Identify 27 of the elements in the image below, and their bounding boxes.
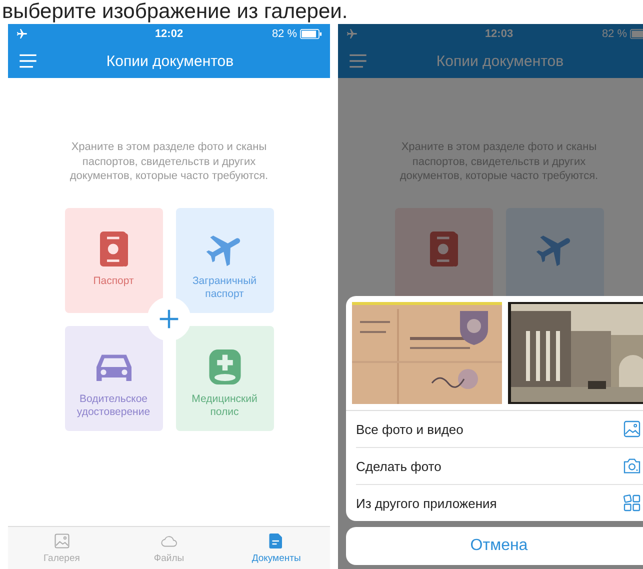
- image-icon: [52, 532, 71, 550]
- tab[interactable]: Документы: [222, 527, 330, 569]
- apps-icon: [622, 493, 642, 513]
- status-time: 12:03: [484, 28, 514, 40]
- cancel-button[interactable]: Отмена: [346, 527, 643, 565]
- airplane-mode-icon: [16, 28, 28, 40]
- description: Храните в этом разделе фото и сканы паспортов, свидетельств и других документов, которые часто требуются.: [69, 140, 269, 184]
- document-tile[interactable]: Медицинский полис: [176, 326, 274, 430]
- image-icon: [622, 419, 642, 439]
- battery-icon: [300, 28, 322, 40]
- screen-title: Копии документов: [105, 52, 235, 70]
- menu-item[interactable]: Сделать фото: [356, 448, 643, 485]
- caption: выберите изображение из галереи.: [1, 0, 349, 24]
- menu-item[interactable]: Из другого приложения: [356, 485, 643, 521]
- document-tile[interactable]: Водительское удостоверение: [64, 326, 162, 430]
- airplane-mode-icon: [346, 28, 358, 40]
- tab[interactable]: Файлы: [115, 527, 223, 569]
- document-tile[interactable]: Паспорт: [64, 208, 162, 312]
- document-tile[interactable]: Заграничный паспорт: [176, 208, 274, 312]
- menu-item[interactable]: Все фото и видео: [356, 411, 643, 448]
- status-time: 12:02: [154, 28, 184, 40]
- camera-icon: [622, 456, 642, 476]
- battery-percent: 82 %: [602, 28, 628, 40]
- screen-title: Копии документов: [435, 52, 565, 70]
- tab[interactable]: Галерея: [8, 527, 116, 569]
- plus-icon: [158, 308, 180, 330]
- battery-percent: 82 %: [272, 28, 298, 40]
